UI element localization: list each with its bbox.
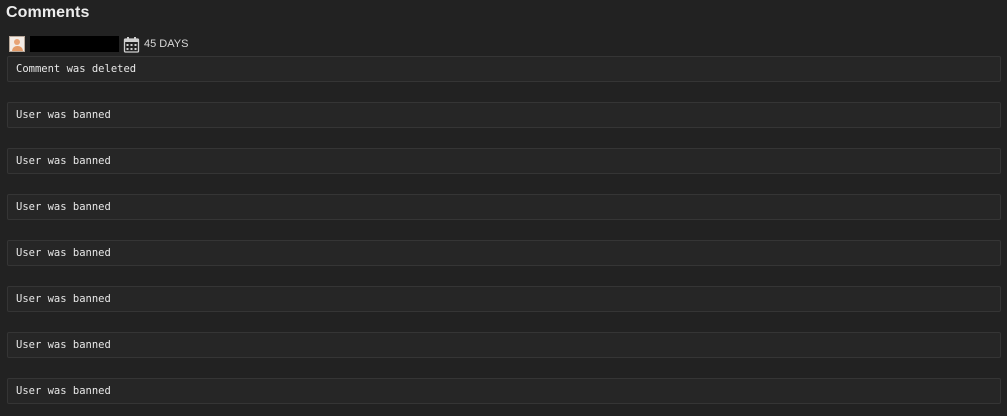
comment-box: Comment was deleted — [7, 56, 1001, 82]
comment-box: User was banned — [7, 332, 1001, 358]
calendar-icon — [123, 36, 140, 53]
comment-text: User was banned — [16, 201, 111, 213]
user-avatar-icon[interactable] — [9, 36, 25, 52]
comment-text: Comment was deleted — [16, 63, 137, 75]
comment-box: User was banned — [7, 378, 1001, 404]
comment-box: User was banned — [7, 102, 1001, 128]
username-redacted[interactable] — [30, 36, 119, 52]
comment-box: User was banned — [7, 286, 1001, 312]
comment-text: User was banned — [16, 339, 111, 351]
comment-meta: 45 DAYS — [9, 35, 188, 53]
comment-box: User was banned — [7, 240, 1001, 266]
comment-text: User was banned — [16, 247, 111, 259]
comment-box: User was banned — [7, 194, 1001, 220]
comment-text: User was banned — [16, 293, 111, 305]
comment-box: User was banned — [7, 148, 1001, 174]
comment-text: User was banned — [16, 155, 111, 167]
comment-text: User was banned — [16, 109, 111, 121]
comments-heading: Comments — [6, 4, 90, 21]
comment-text: User was banned — [16, 385, 111, 397]
comment-age: 45 DAYS — [144, 38, 189, 50]
